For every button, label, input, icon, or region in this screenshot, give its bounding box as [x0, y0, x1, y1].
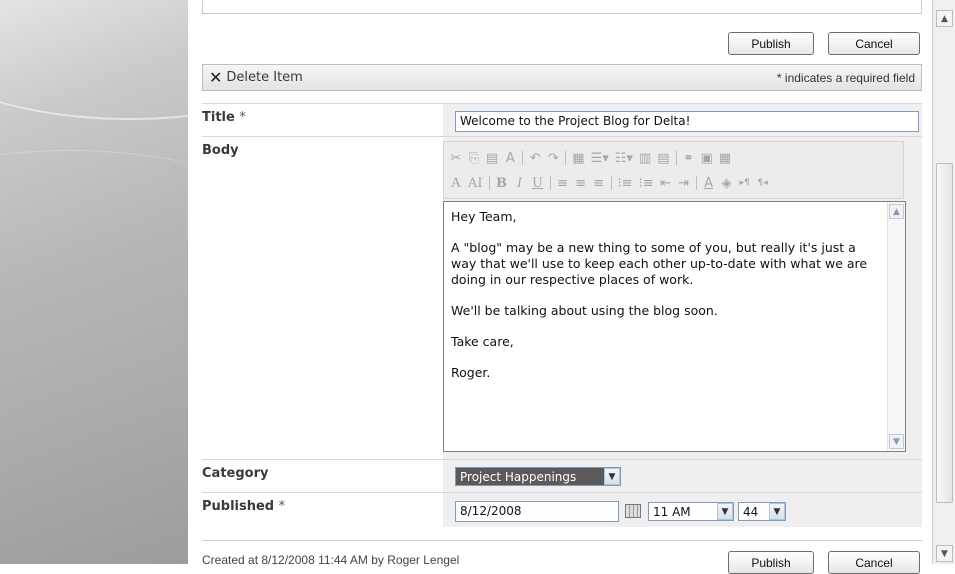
insert-row-icon[interactable]: ☰▾ — [591, 151, 609, 166]
italic-icon[interactable]: I — [514, 176, 526, 191]
align-left-icon[interactable]: ≡ — [557, 176, 569, 191]
delete-item-button[interactable]: ✕ Delete Item — [209, 68, 303, 87]
indent-icon[interactable]: ⇥ — [678, 176, 690, 191]
delete-x-icon: ✕ — [209, 68, 223, 87]
format-painter-icon[interactable]: A — [504, 151, 516, 166]
cancel-button-bottom[interactable]: Cancel — [828, 551, 920, 574]
copy-icon[interactable]: ⎘ — [468, 151, 480, 166]
published-minute-select[interactable]: 44 ▼ — [738, 502, 786, 521]
decorative-swoosh — [0, 0, 188, 120]
underline-icon[interactable]: U — [532, 176, 544, 191]
paste-icon[interactable]: ▤ — [486, 151, 498, 166]
toolbar-separator — [695, 176, 697, 190]
redo-icon[interactable]: ↷ — [547, 151, 559, 166]
bullet-list-icon[interactable]: ⁝≡ — [639, 176, 654, 191]
required-field-note: * indicates a required field — [776, 70, 915, 85]
chevron-down-icon[interactable]: ▼ — [604, 468, 620, 485]
hour-value: 11 AM — [653, 504, 691, 519]
body-paragraph: A "blog" may be a new thing to some of y… — [451, 240, 868, 287]
font-icon[interactable]: A — [450, 176, 462, 191]
source-icon[interactable]: ▦ — [719, 151, 731, 166]
calendar-icon[interactable] — [625, 504, 641, 518]
delete-item-label: Delete Item — [226, 70, 303, 85]
ltr-icon[interactable]: ▸¶ — [739, 178, 751, 188]
published-hour-select[interactable]: 11 AM ▼ — [648, 502, 734, 521]
page-scrollbar[interactable]: ▲ ▼ — [932, 0, 955, 564]
category-label-text: Category — [202, 466, 269, 481]
toolbar-separator — [610, 176, 612, 190]
decorative-swoosh — [0, 150, 188, 270]
outdent-icon[interactable]: ⇤ — [660, 176, 672, 191]
published-date-input[interactable]: 8/12/2008 — [455, 501, 619, 522]
table-icon[interactable]: ▦ — [572, 151, 584, 166]
highlight-icon[interactable]: ◈ — [721, 176, 733, 191]
insert-column-icon[interactable]: ☷▾ — [615, 151, 633, 166]
published-label: Published * — [202, 493, 443, 527]
body-paragraph: Hey Team, — [451, 209, 517, 224]
created-info: Created at 8/12/2008 11:44 AM by Roger L… — [202, 553, 460, 567]
title-row: Title * Welcome to the Project Blog for … — [202, 103, 922, 136]
body-rich-text-editor[interactable]: Hey Team, A "blog" may be a new thing to… — [443, 201, 906, 452]
title-label-text: Title — [202, 110, 235, 125]
title-input[interactable]: Welcome to the Project Blog for Delta! — [455, 111, 919, 132]
footer-divider — [202, 540, 922, 541]
publish-button-top[interactable]: Publish — [728, 32, 814, 55]
category-selected-value: Project Happenings — [456, 468, 604, 485]
body-text: Hey Team, A "blog" may be a new thing to… — [451, 209, 881, 396]
toolbar-separator — [565, 151, 567, 165]
link-icon[interactable]: ⚭ — [683, 151, 695, 166]
publish-button-bottom[interactable]: Publish — [728, 551, 814, 574]
toolbar-separator — [522, 151, 524, 165]
category-row: Category Project Happenings ▼ — [202, 459, 922, 492]
body-scrollbar[interactable]: ▲ ▼ — [887, 202, 905, 451]
cut-icon[interactable]: ✂ — [450, 151, 462, 166]
rich-text-toolbar: ✂ ⎘ ▤ A ↶ ↷ ▦ ☰▾ ☷▾ ▥ ▤ ⚭ ▣ ▦ A AI B I U — [443, 141, 904, 199]
image-icon[interactable]: ▣ — [701, 151, 713, 166]
scroll-up-icon[interactable]: ▲ — [889, 204, 904, 219]
merge-cells-icon[interactable]: ▥ — [639, 151, 651, 166]
cancel-button-top[interactable]: Cancel — [828, 32, 920, 55]
split-cells-icon[interactable]: ▤ — [657, 151, 669, 166]
chevron-down-icon[interactable]: ▼ — [769, 503, 785, 520]
published-label-text: Published — [202, 499, 275, 514]
chevron-down-icon[interactable]: ▼ — [717, 503, 733, 520]
bold-icon[interactable]: B — [496, 176, 508, 191]
body-paragraph: We'll be talking about using the blog so… — [451, 303, 718, 318]
body-paragraph: Roger. — [451, 365, 491, 380]
text-color-icon[interactable]: A — [703, 176, 715, 191]
required-asterisk: * — [239, 110, 246, 125]
toolbar-separator — [675, 151, 677, 165]
toolbar-separator — [488, 176, 490, 190]
required-asterisk: * — [278, 499, 286, 514]
form-toolbar: ✕ Delete Item * indicates a required fie… — [202, 64, 922, 91]
body-paragraph: Take care, — [451, 334, 514, 349]
body-label: Body — [202, 137, 443, 459]
scroll-down-icon[interactable]: ▼ — [889, 434, 904, 449]
rte-toolbar-row-2: A AI B I U ≡ ≡ ≡ ⁝≡ ⁝≡ ⇤ ⇥ A ◈ ▸¶ ¶◂ — [450, 172, 897, 194]
scrollbar-thumb[interactable] — [936, 163, 953, 503]
align-center-icon[interactable]: ≡ — [575, 176, 587, 191]
left-decorative-panel — [0, 0, 188, 564]
scroll-up-icon[interactable]: ▲ — [936, 10, 953, 27]
font-size-icon[interactable]: AI — [468, 176, 483, 191]
edit-form-content: Publish Cancel ✕ Delete Item * indicates… — [188, 0, 932, 574]
scroll-down-icon[interactable]: ▼ — [936, 545, 953, 562]
minute-value: 44 — [743, 504, 759, 519]
category-label: Category — [202, 460, 443, 492]
category-select[interactable]: Project Happenings ▼ — [455, 467, 621, 486]
undo-icon[interactable]: ↶ — [529, 151, 541, 166]
published-row: Published * 8/12/2008 11 AM ▼ 44 ▼ — [202, 492, 922, 527]
numbered-list-icon[interactable]: ⁝≡ — [618, 176, 633, 191]
truncated-field — [202, 0, 922, 14]
rtl-icon[interactable]: ¶◂ — [757, 178, 769, 188]
rte-toolbar-row-1: ✂ ⎘ ▤ A ↶ ↷ ▦ ☰▾ ☷▾ ▥ ▤ ⚭ ▣ ▦ — [450, 147, 897, 169]
body-label-text: Body — [202, 143, 239, 158]
toolbar-separator — [549, 176, 551, 190]
align-right-icon[interactable]: ≡ — [593, 176, 605, 191]
title-label: Title * — [202, 104, 443, 136]
